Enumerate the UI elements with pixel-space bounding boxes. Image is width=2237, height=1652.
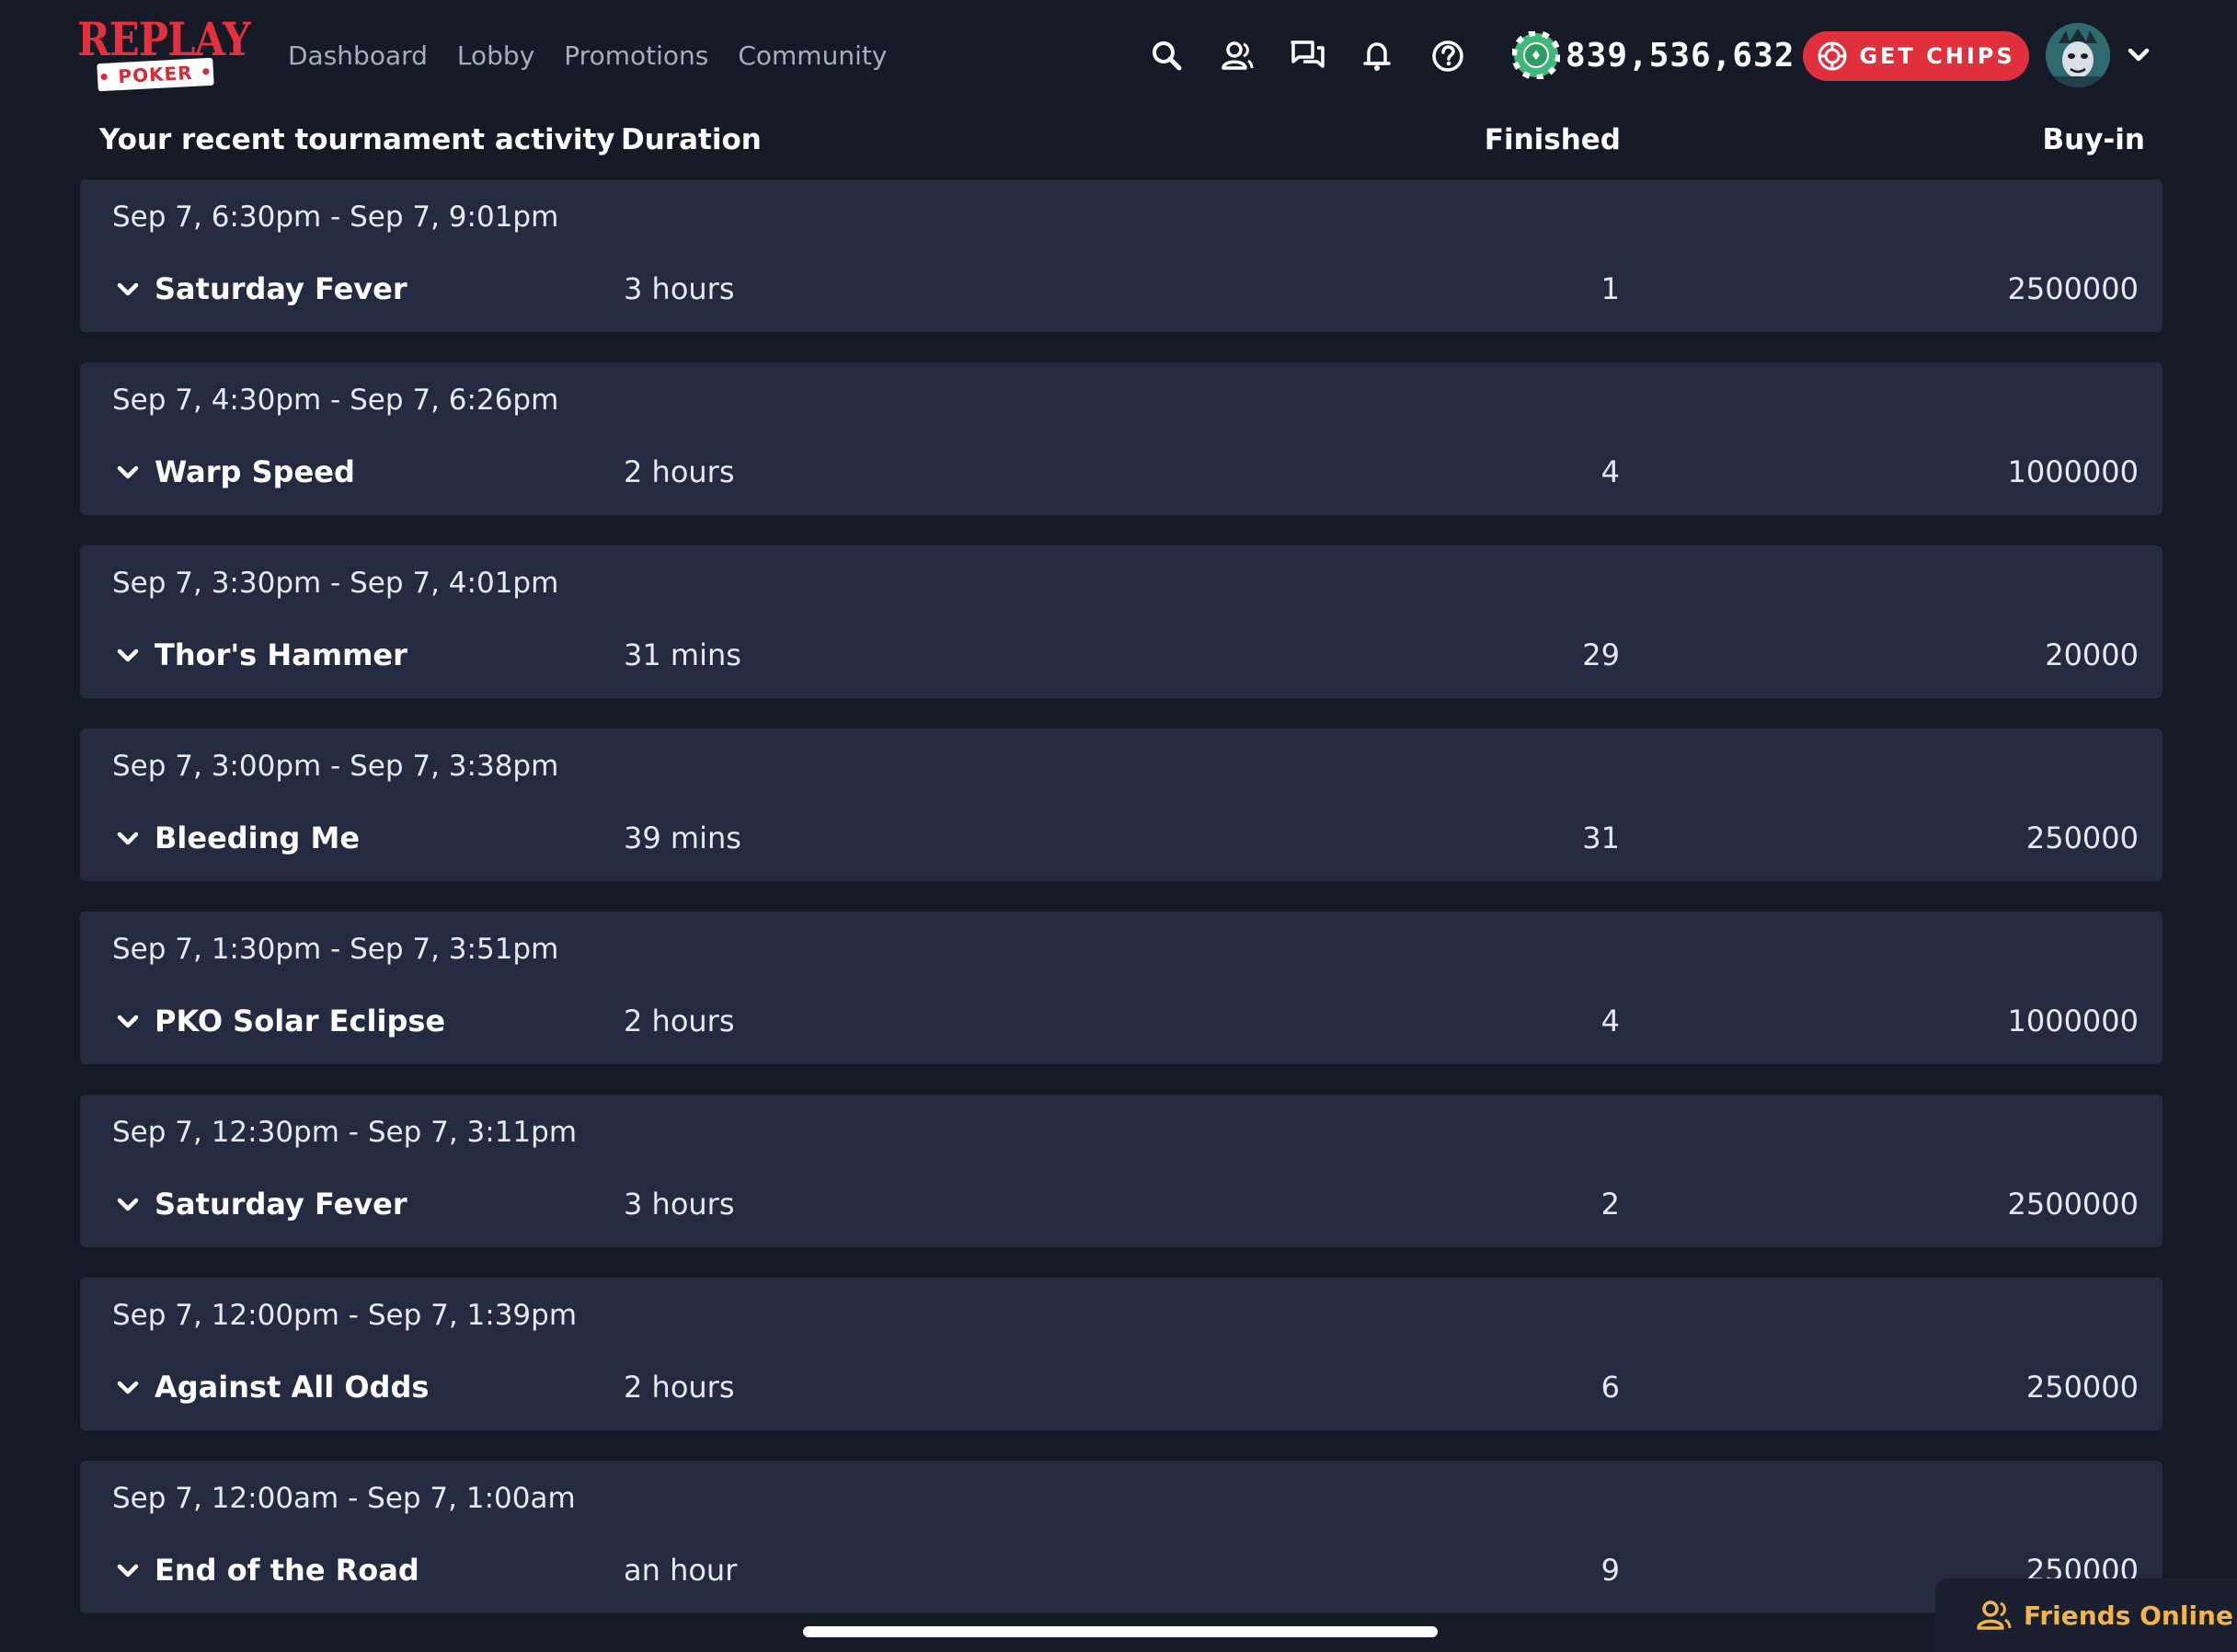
tournament-row[interactable]: Sep 7, 12:00pm - Sep 7, 1:39pm Against A… [80,1278,2162,1430]
nav-promotions[interactable]: Promotions [564,35,708,77]
top-navigation-bar: REPLAY • POKER • Dashboard Lobby Promoti… [0,0,2237,110]
row-finished-position: 1 [1600,271,1620,306]
nav-community[interactable]: Community [738,35,887,77]
row-duration: 2 hours [624,1370,735,1405]
row-buyin: 2500000 [2007,1187,2139,1222]
row-date-range: Sep 7, 6:30pm - Sep 7, 9:01pm [112,201,559,234]
row-duration: 2 hours [624,454,735,489]
row-date-range: Sep 7, 12:00am - Sep 7, 1:00am [112,1482,576,1515]
row-duration: 3 hours [624,1187,735,1222]
expand-chevron-icon[interactable] [111,822,144,855]
friends-icon[interactable] [1214,33,1260,79]
balance-amount: 839,536,632 [1566,36,1795,75]
row-buyin: 2500000 [2007,271,2139,306]
row-duration: 3 hours [624,271,735,306]
logo-wordmark: REPLAY [77,12,251,66]
activity-table-header: Your recent tournament activity Duration… [0,116,2237,164]
row-tournament-name: Against All Odds [155,1370,430,1405]
expand-chevron-icon[interactable] [111,1371,144,1405]
row-duration: 2 hours [624,1004,735,1038]
chip-outline-icon [1818,41,1847,71]
help-icon[interactable] [1425,33,1471,79]
account-menu-toggle[interactable] [2116,35,2162,77]
column-header-buyin: Buy-in [2042,123,2145,156]
row-tournament-name: Thor's Hammer [155,637,407,672]
friends-online-button[interactable]: Friends Online (2 [1935,1578,2237,1652]
expand-chevron-icon[interactable] [111,1005,144,1038]
column-header-finished: Finished [1484,123,1621,156]
search-icon[interactable] [1144,33,1190,79]
tournament-row[interactable]: Sep 7, 3:00pm - Sep 7, 3:38pm Bleeding M… [80,728,2162,881]
row-tournament-name: Warp Speed [155,454,355,489]
row-date-range: Sep 7, 3:30pm - Sep 7, 4:01pm [112,567,559,600]
tournament-row[interactable]: Sep 7, 4:30pm - Sep 7, 6:26pm Warp Speed… [80,362,2162,515]
row-tournament-name: Saturday Fever [155,271,407,306]
replay-poker-logo[interactable]: REPLAY • POKER • [77,12,251,96]
row-duration: 39 mins [624,820,741,855]
row-date-range: Sep 7, 4:30pm - Sep 7, 6:26pm [112,384,559,417]
tournament-row[interactable]: Sep 7, 1:30pm - Sep 7, 3:51pm PKO Solar … [80,912,2162,1064]
friends-icon [1977,1600,2012,1630]
chip-icon: ♦ [1512,31,1560,79]
row-finished-position: 2 [1600,1187,1620,1222]
chat-icon[interactable] [1285,33,1331,79]
avatar-image [2046,23,2110,87]
tournament-row[interactable]: Sep 7, 12:00am - Sep 7, 1:00am End of th… [80,1461,2162,1613]
row-date-range: Sep 7, 3:00pm - Sep 7, 3:38pm [112,750,559,783]
chevron-down-icon [2128,48,2150,62]
row-tournament-name: End of the Road [155,1553,419,1588]
column-header-tournament: Your recent tournament activity [99,123,615,156]
get-chips-button[interactable]: GET CHIPS [1803,31,2029,81]
row-date-range: Sep 7, 12:30pm - Sep 7, 3:11pm [112,1116,578,1149]
row-finished-position: 4 [1600,454,1620,489]
row-buyin: 1000000 [2007,454,2139,489]
row-duration: an hour [624,1553,738,1588]
row-tournament-name: PKO Solar Eclipse [155,1004,446,1038]
logo-ribbon: • POKER • [97,57,214,92]
tournament-row[interactable]: Sep 7, 6:30pm - Sep 7, 9:01pm Saturday F… [80,179,2162,332]
row-tournament-name: Bleeding Me [155,820,361,855]
main-nav: Dashboard Lobby Promotions Community [288,35,916,77]
avatar[interactable] [2046,23,2110,87]
column-header-duration: Duration [621,123,762,156]
row-buyin: 1000000 [2007,1004,2139,1038]
bell-icon[interactable] [1354,33,1400,79]
row-buyin: 250000 [2025,1370,2139,1405]
row-finished-position: 29 [1582,637,1620,672]
tournament-row[interactable]: Sep 7, 12:30pm - Sep 7, 3:11pm Saturday … [80,1095,2162,1247]
svg-text:♦: ♦ [1531,49,1543,63]
tournament-activity-list: Sep 7, 6:30pm - Sep 7, 9:01pm Saturday F… [80,179,2162,1644]
expand-chevron-icon[interactable] [111,456,144,489]
app-page: REPLAY • POKER • Dashboard Lobby Promoti… [0,0,2237,1652]
nav-lobby[interactable]: Lobby [457,35,534,77]
row-date-range: Sep 7, 12:00pm - Sep 7, 1:39pm [112,1299,578,1332]
row-buyin: 20000 [2045,637,2139,672]
get-chips-label: GET CHIPS [1859,43,2015,69]
expand-chevron-icon[interactable] [111,273,144,306]
row-finished-position: 6 [1600,1370,1620,1405]
row-finished-position: 4 [1600,1004,1620,1038]
expand-chevron-icon[interactable] [111,1554,144,1588]
row-duration: 31 mins [624,637,741,672]
row-tournament-name: Saturday Fever [155,1187,407,1222]
friends-online-label: Friends Online (2 [2024,1600,2237,1631]
row-date-range: Sep 7, 1:30pm - Sep 7, 3:51pm [112,933,559,966]
expand-chevron-icon[interactable] [111,1188,144,1222]
row-buyin: 250000 [2025,820,2139,855]
row-finished-position: 31 [1582,820,1620,855]
row-finished-position: 9 [1600,1553,1620,1588]
nav-dashboard[interactable]: Dashboard [288,35,428,77]
home-indicator[interactable] [803,1626,1438,1637]
tournament-row[interactable]: Sep 7, 3:30pm - Sep 7, 4:01pm Thor's Ham… [80,545,2162,698]
expand-chevron-icon[interactable] [111,639,144,672]
chip-balance[interactable]: ♦ 839,536,632 [1512,29,1795,81]
